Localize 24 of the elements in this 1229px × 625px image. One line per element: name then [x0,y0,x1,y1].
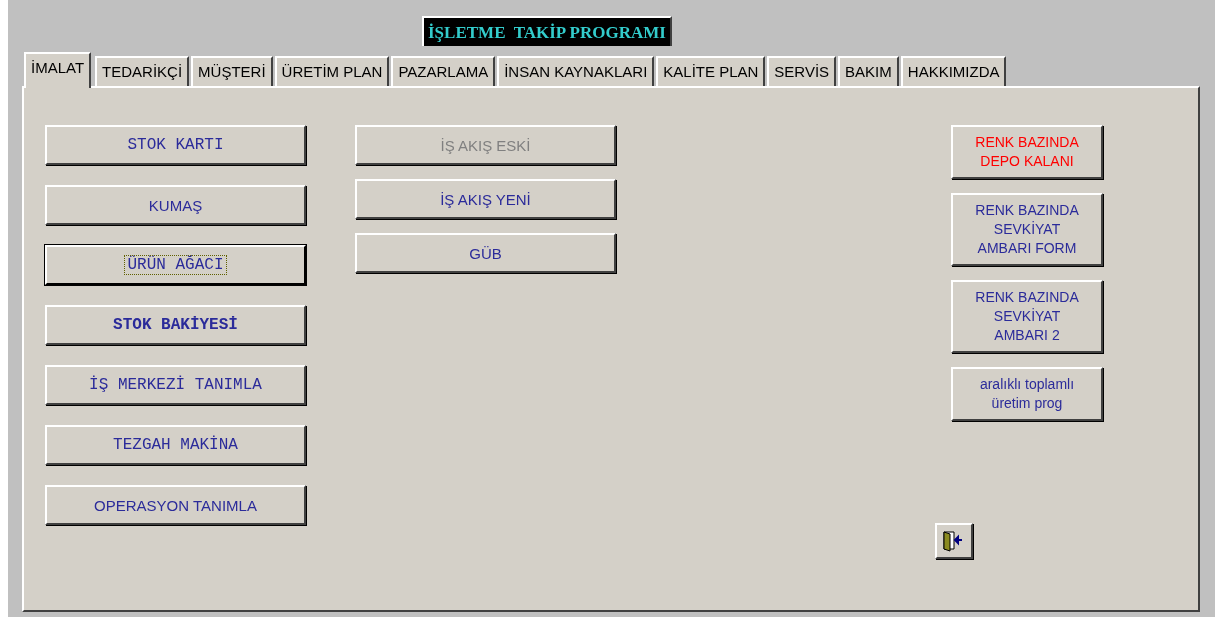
tab[interactable]: TEDARİKÇİ [95,56,190,86]
menu-button[interactable]: İŞ AKIŞ YENİ [355,179,616,219]
menu-button[interactable]: OPERASYON TANIMLA [45,485,306,525]
menu-button[interactable]: RENK BAZINDA SEVKİYAT AMBARI FORM [951,193,1103,266]
menu-button[interactable]: STOK BAKİYESİ [45,305,306,345]
menu-button[interactable]: STOK KARTI [45,125,306,165]
menu-button[interactable]: RENK BAZINDA SEVKİYAT AMBARI 2 [951,280,1103,353]
tab[interactable]: HAKKIMIZDA [900,56,1007,86]
menu-button[interactable]: ÜRÜN AĞACI [45,245,306,285]
window-title: İŞLETME TAKİP PROGRAMI [422,16,672,46]
tab[interactable]: MÜŞTERİ [191,56,273,86]
tab[interactable]: İNSAN KAYNAKLARI [497,56,655,86]
tab[interactable]: KALİTE PLAN [656,56,766,86]
tab[interactable]: İMALAT [24,52,92,88]
menu-button[interactable]: TEZGAH MAKİNA [45,425,306,465]
menu-button[interactable]: KUMAŞ [45,185,306,225]
tab[interactable]: BAKIM [838,56,899,86]
tab[interactable]: ÜRETİM PLAN [274,56,390,86]
menu-button[interactable]: aralıklı toplamlı üretim prog [951,367,1103,421]
tab[interactable]: PAZARLAMA [391,56,496,86]
tab[interactable]: SERVİS [767,56,837,86]
menu-button[interactable]: İŞ MERKEZİ TANIMLA [45,365,306,405]
exit-button[interactable] [935,523,973,559]
menu-button[interactable]: GÜB [355,233,616,273]
